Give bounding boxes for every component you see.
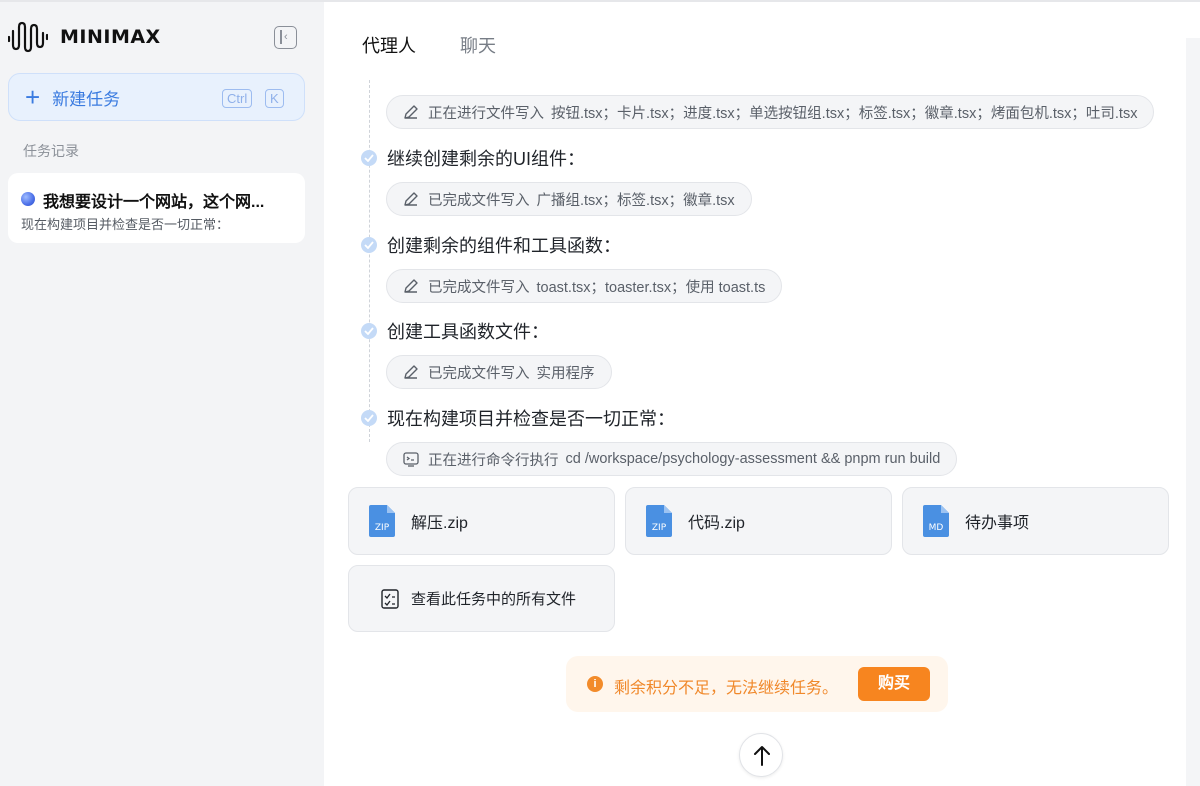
arrow-up-icon bbox=[754, 746, 770, 766]
task-title: 我想要设计一个网站，这个网... bbox=[43, 194, 265, 211]
file-list-icon bbox=[381, 588, 399, 609]
terminal-icon bbox=[403, 452, 419, 467]
step-title: 继续创建剩余的UI组件： bbox=[387, 149, 585, 169]
buy-button[interactable]: 购买 bbox=[858, 667, 930, 701]
step-item: 现在构建项目并检查是否一切正常： bbox=[361, 405, 675, 431]
credit-warning: i 剩余积分不足，无法继续任务。 购买 bbox=[566, 656, 948, 712]
shortcut-key-k: K bbox=[265, 89, 284, 108]
step-item: 创建工具函数文件： bbox=[361, 318, 549, 344]
step-title: 创建剩余的组件和工具函数： bbox=[387, 236, 621, 256]
brand-name: MINIMAX bbox=[60, 26, 161, 48]
tool-call-pill[interactable]: 正在进行命令行执行 cd /workspace/psychology-asses… bbox=[386, 442, 958, 476]
plus-icon: + bbox=[25, 82, 41, 112]
file-name: 代码.zip bbox=[688, 515, 745, 532]
new-task-button[interactable]: + 新建任务 Ctrl K bbox=[8, 73, 305, 121]
tab-agent[interactable]: 代理人 bbox=[362, 32, 416, 58]
task-status-dot bbox=[21, 192, 35, 206]
tool-action: 已完成文件写入 bbox=[428, 279, 530, 296]
tool-detail: toast.tsx；toaster.tsx；使用 toast.ts bbox=[536, 279, 766, 296]
tool-detail: 按钮.tsx；卡片.tsx；进度.tsx；单选按钮组.tsx；标签.tsx；徽章… bbox=[551, 105, 1138, 122]
svg-text:ZIP: ZIP bbox=[652, 523, 667, 533]
edit-icon bbox=[404, 192, 418, 206]
brand[interactable]: MINIMAX bbox=[8, 20, 161, 54]
check-icon bbox=[361, 410, 377, 426]
sidebar: MINIMAX ‹ + 新建任务 Ctrl K 任务记录 我想要设计一个网站，这… bbox=[0, 2, 324, 786]
new-task-label: 新建任务 bbox=[52, 89, 121, 109]
tool-action: 已完成文件写入 bbox=[428, 192, 530, 209]
file-card[interactable]: ZIP 解压.zip bbox=[348, 487, 615, 555]
history-title: 任务记录 bbox=[23, 143, 79, 159]
zip-file-icon: ZIP bbox=[646, 505, 672, 537]
chevron-left-icon: ‹ bbox=[284, 31, 288, 43]
tool-call-pill[interactable]: 已完成文件写入 toast.tsx；toaster.tsx；使用 toast.t… bbox=[386, 269, 783, 303]
shortcut-key-ctrl: Ctrl bbox=[222, 89, 253, 108]
task-history-item[interactable]: 我想要设计一个网站，这个网... 现在构建项目并检查是否一切正常： bbox=[8, 173, 305, 243]
file-name: 解压.zip bbox=[411, 515, 468, 532]
edit-icon bbox=[404, 279, 418, 293]
markdown-file-icon: MD bbox=[923, 505, 949, 537]
credit-warning-message: 剩余积分不足，无法继续任务。 bbox=[614, 680, 839, 697]
edit-icon bbox=[404, 365, 418, 379]
tool-call-pill[interactable]: 正在进行文件写入 按钮.tsx；卡片.tsx；进度.tsx；单选按钮组.tsx；… bbox=[386, 95, 1155, 129]
tool-detail: 广播组.tsx；标签.tsx；徽章.tsx bbox=[536, 192, 735, 209]
svg-text:ZIP: ZIP bbox=[375, 523, 390, 533]
zip-file-icon: ZIP bbox=[369, 505, 395, 537]
tool-call-pill[interactable]: 已完成文件写入 广播组.tsx；标签.tsx；徽章.tsx bbox=[386, 182, 752, 216]
check-icon bbox=[361, 237, 377, 253]
info-icon: i bbox=[587, 676, 603, 692]
check-icon bbox=[361, 323, 377, 339]
task-subtitle: 现在构建项目并检查是否一切正常： bbox=[21, 217, 230, 232]
step-item: 创建剩余的组件和工具函数： bbox=[361, 232, 621, 258]
tool-detail: 实用程序 bbox=[536, 365, 595, 382]
step-item: 继续创建剩余的UI组件： bbox=[361, 145, 585, 171]
tool-call-pill[interactable]: 已完成文件写入 实用程序 bbox=[386, 355, 612, 389]
view-all-files-button[interactable]: 查看此任务中的所有文件 bbox=[348, 565, 615, 632]
tool-detail: cd /workspace/psychology-assessment && p… bbox=[565, 451, 941, 467]
edit-icon bbox=[404, 105, 418, 119]
check-icon bbox=[361, 150, 377, 166]
file-card[interactable]: ZIP 代码.zip bbox=[625, 487, 892, 555]
scrollbar-track[interactable] bbox=[1186, 38, 1200, 786]
waveform-logo-icon bbox=[8, 21, 48, 53]
timeline-line bbox=[369, 80, 370, 442]
file-card[interactable]: MD 待办事项 bbox=[902, 487, 1169, 555]
mode-tabs: 代理人 聊天 bbox=[362, 32, 540, 58]
tool-action: 正在进行命令行执行 bbox=[428, 452, 559, 469]
tool-action: 已完成文件写入 bbox=[428, 365, 530, 382]
view-all-files-label: 查看此任务中的所有文件 bbox=[411, 591, 577, 608]
collapse-sidebar-button[interactable]: ‹ bbox=[274, 26, 297, 49]
scroll-to-top-button[interactable] bbox=[739, 733, 783, 777]
tab-chat[interactable]: 聊天 bbox=[460, 32, 496, 58]
svg-text:MD: MD bbox=[929, 523, 944, 533]
step-title: 现在构建项目并检查是否一切正常： bbox=[387, 409, 675, 429]
tool-action: 正在进行文件写入 bbox=[428, 105, 544, 122]
file-name: 待办事项 bbox=[965, 515, 1030, 532]
step-title: 创建工具函数文件： bbox=[387, 322, 549, 342]
